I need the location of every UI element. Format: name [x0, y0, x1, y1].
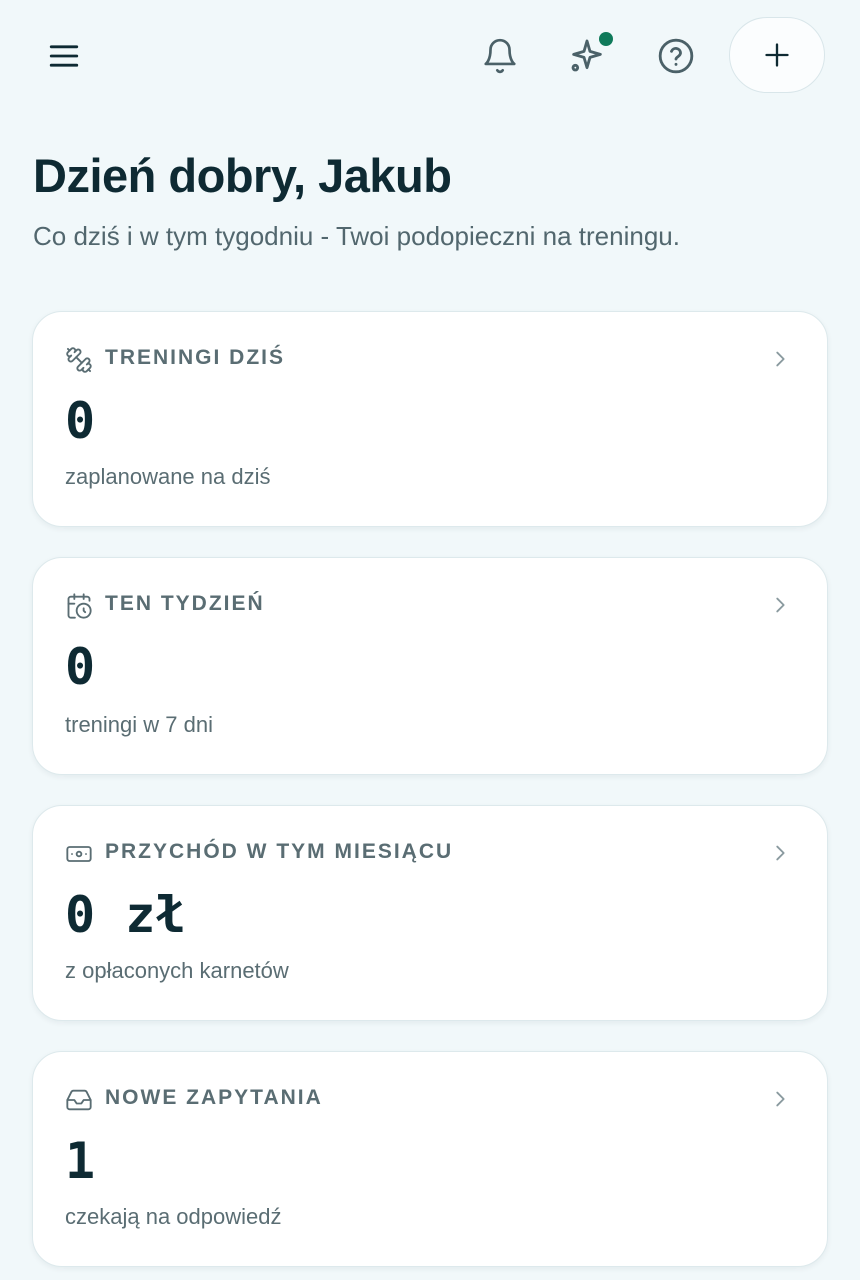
card-label: TEN TYDZIEŃ	[105, 592, 265, 615]
card-label: PRZYCHÓD W TYM MIESIĄCU	[105, 840, 454, 863]
chevron-right-icon	[776, 845, 785, 861]
add-button[interactable]	[729, 17, 825, 93]
calendar-clock-icon	[67, 593, 92, 619]
card-description: treningi w 7 dni	[65, 712, 213, 737]
plus-icon	[765, 43, 789, 67]
menu-icon	[49, 45, 79, 67]
card-label: TRENINGI DZIŚ	[105, 346, 286, 369]
card-nowe-zapytania[interactable]: NOWE ZAPYTANIA 1 czekają na odpowiedź	[32, 1051, 828, 1267]
card-label: NOWE ZAPYTANIA	[105, 1086, 323, 1109]
chevron-right-icon	[776, 597, 785, 613]
menu-button[interactable]	[40, 32, 88, 80]
chevron-right-icon	[776, 351, 785, 367]
bell-icon	[484, 38, 516, 74]
card-value: 1	[65, 1132, 96, 1190]
card-description: czekają na odpowiedź	[65, 1204, 282, 1229]
notifications-button[interactable]	[476, 32, 524, 80]
card-value: 0	[65, 638, 96, 696]
page-title: Dzień dobry, Jakub	[33, 149, 452, 202]
card-ten-tydzien[interactable]: TEN TYDZIEŃ 0 treningi w 7 dni	[32, 557, 828, 775]
help-circle-icon	[658, 38, 694, 74]
card-przychod[interactable]: PRZYCHÓD W TYM MIESIĄCU 0 zł z opłaconyc…	[32, 805, 828, 1021]
ai-assistant-button[interactable]	[563, 32, 613, 80]
chevron-right-icon	[776, 1091, 785, 1107]
card-treningi-dzis[interactable]: TRENINGI DZIŚ 0 zaplanowane na dziś	[32, 311, 828, 527]
card-description: z opłaconych karnetów	[65, 958, 289, 983]
top-bar	[0, 0, 860, 112]
card-description: zaplanowane na dziś	[65, 464, 271, 489]
card-value: 0 zł	[65, 886, 186, 944]
card-value: 0	[65, 392, 96, 450]
banknote-icon	[66, 846, 92, 862]
notification-dot	[599, 32, 613, 46]
page-subtitle: Co dziś i w tym tygodniu - Twoi podopiec…	[33, 221, 680, 251]
inbox-icon	[66, 1089, 92, 1111]
dumbbell-icon	[66, 347, 92, 373]
help-button[interactable]	[652, 32, 700, 80]
